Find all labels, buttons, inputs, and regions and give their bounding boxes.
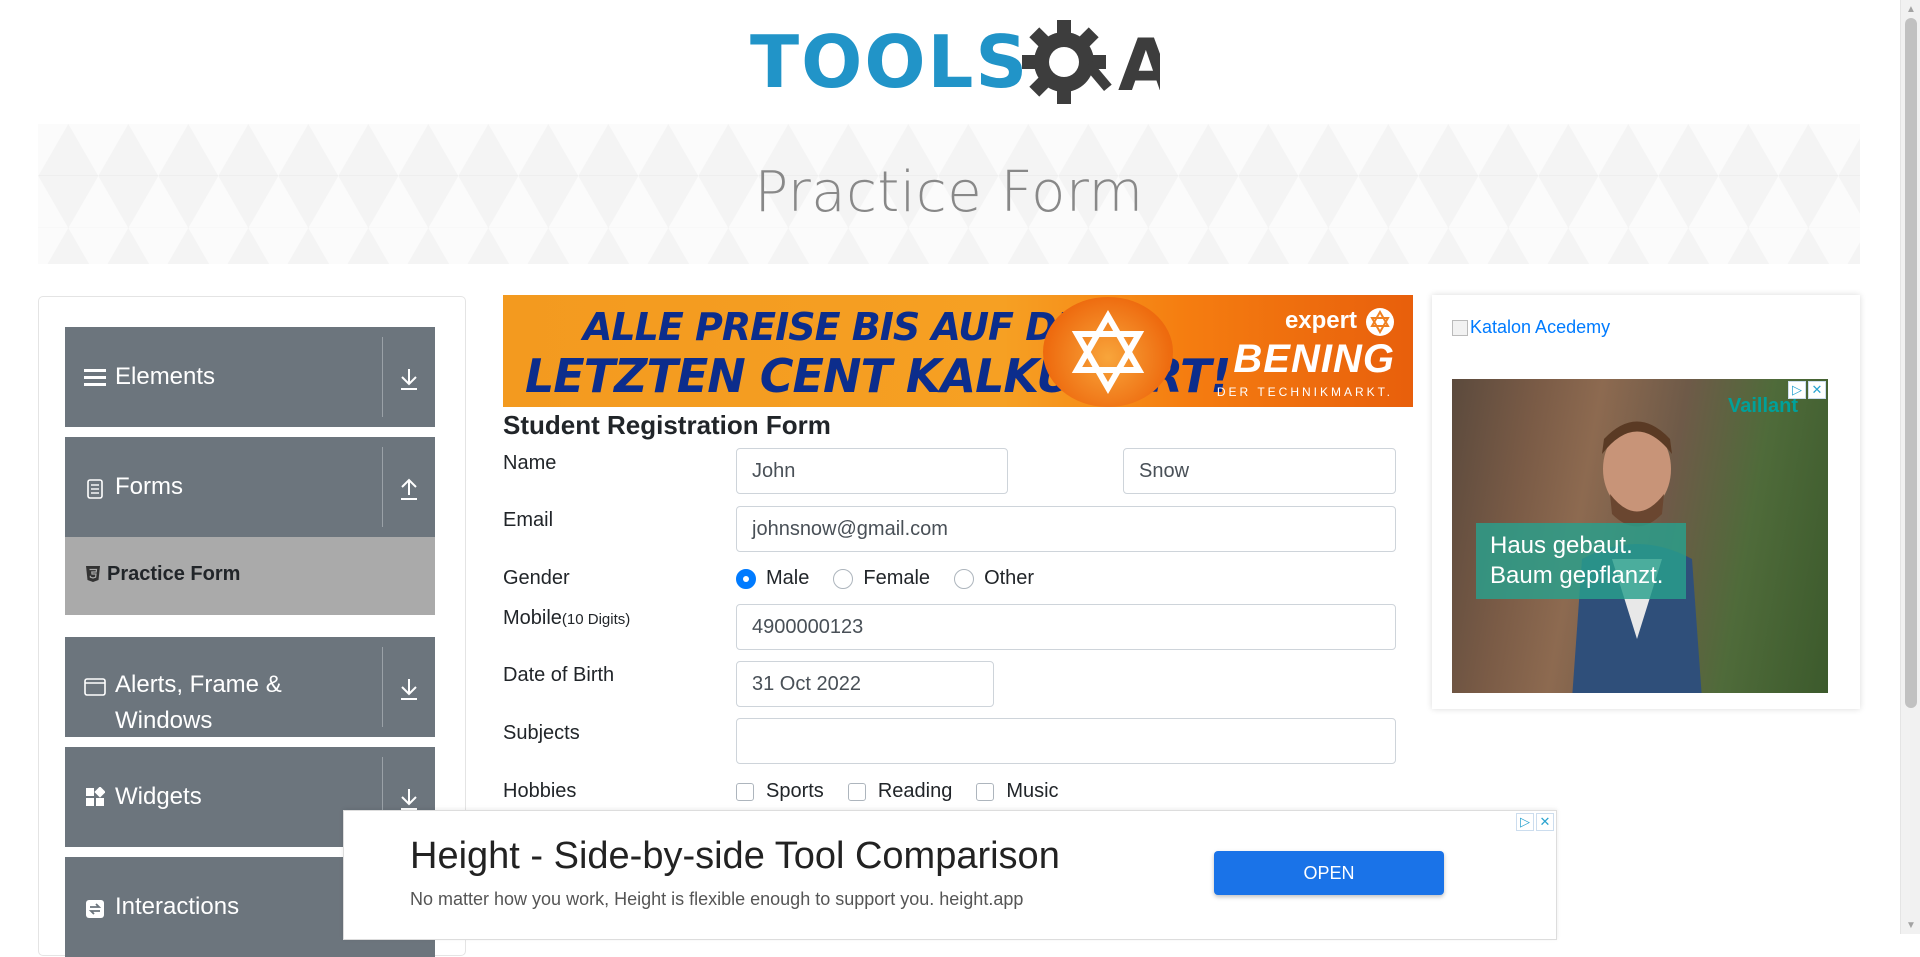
hobby-music-checkbox[interactable]	[976, 782, 995, 801]
hobby-reading-checkbox[interactable]	[847, 782, 866, 801]
divider	[382, 647, 383, 727]
gender-radio-group: Male Female Other	[736, 567, 1058, 590]
sidebar-group-label: Interactions	[115, 893, 240, 920]
subjects-label: Subjects	[503, 722, 580, 744]
ad-choices-icon[interactable]: ▷	[1516, 813, 1534, 831]
hobby-option-label[interactable]: Music	[1006, 780, 1058, 803]
ad-brand-tagline: DER TECHNIKMARKT.	[1216, 385, 1393, 399]
sidebar-group-label: Alerts, Frame &	[115, 671, 282, 698]
hobby-option-label[interactable]: Reading	[878, 780, 953, 803]
katalon-link-text: Katalon Acedemy	[1470, 317, 1611, 337]
hobbies-checkbox-group: Sports Reading Music	[736, 780, 1083, 803]
ad-controls: ▷ ✕	[1516, 813, 1554, 831]
toolsqa-logo[interactable]: TOOLS A	[750, 18, 1160, 114]
open-button[interactable]: OPEN	[1214, 851, 1444, 895]
sidebar-group-alerts[interactable]: Alerts, Frame & Windows	[65, 637, 435, 737]
top-advertisement[interactable]: ALLE PREISE BIS AUF DEN LETZTEN CENT KAL…	[503, 295, 1413, 407]
ad-headline-1: ALLE PREISE BIS AUF DEN	[583, 305, 1113, 349]
mobile-input[interactable]: 4900000123	[736, 604, 1396, 650]
gender-option-label[interactable]: Male	[766, 567, 809, 590]
star-icon	[1071, 309, 1145, 395]
katalon-link[interactable]: Katalon Acedemy	[1452, 317, 1610, 338]
ad-slogan-line2: Baum gepflanzt.	[1490, 562, 1664, 589]
ad-slogan-line1: Haus gebaut.	[1490, 532, 1633, 559]
form-title: Student Registration Form	[503, 410, 831, 440]
sidebar-item-practice-form[interactable]: Practice Form	[65, 537, 435, 615]
broken-image-icon	[1452, 319, 1468, 336]
mobile-hint: (10 Digits)	[561, 611, 631, 628]
date-of-birth-input[interactable]: 31 Oct 2022	[736, 661, 994, 707]
gender-label: Gender	[503, 567, 570, 589]
sidebar-group-forms[interactable]: Forms	[65, 437, 435, 537]
mobile-label: Mobile(10 Digits)	[503, 607, 630, 630]
email-label: Email	[503, 509, 554, 531]
hamburger-icon	[83, 365, 107, 389]
sidebar-item-label: Practice Form	[107, 563, 241, 585]
scroll-down-icon[interactable]: ▼	[1901, 916, 1920, 934]
ad-choices-icon[interactable]: ▷	[1788, 381, 1806, 399]
sidebar-group-label-line2: Windows	[115, 707, 213, 734]
subjects-input[interactable]	[736, 718, 1396, 764]
sidebar-group-label: Forms	[115, 473, 183, 500]
gender-male-radio[interactable]	[736, 568, 756, 589]
page-title: Practice Form	[754, 160, 1144, 225]
upload-arrow-icon[interactable]	[393, 473, 425, 505]
star-badge-icon	[1366, 308, 1394, 336]
gender-female-radio[interactable]	[833, 568, 854, 589]
hobby-sports-checkbox[interactable]	[736, 782, 754, 801]
scrollbar-thumb[interactable]	[1905, 18, 1917, 708]
download-arrow-icon[interactable]	[393, 363, 425, 395]
sidebar-group-label: Elements	[115, 363, 216, 390]
first-name-input[interactable]: John	[736, 448, 1008, 494]
ad-slogan: Haus gebaut. Baum gepflanzt.	[1476, 523, 1686, 599]
ad-star-logo	[1043, 297, 1173, 407]
logo-suffix: A	[1118, 23, 1160, 107]
hobby-option-label[interactable]: Sports	[766, 780, 824, 803]
bottom-advertisement[interactable]: Height - Side-by-side Tool Comparison No…	[343, 810, 1557, 940]
page-scrollbar[interactable]: ▲ ▼	[1900, 0, 1920, 934]
widgets-icon	[83, 785, 107, 809]
close-icon[interactable]: ✕	[1808, 381, 1826, 399]
mobile-label-text: Mobile	[503, 607, 562, 629]
bottom-ad-title: Height - Side-by-side Tool Comparison	[410, 835, 1060, 877]
divider	[382, 447, 383, 527]
scroll-up-icon[interactable]: ▲	[1901, 0, 1920, 18]
sidebar-group-label: Widgets	[115, 783, 202, 810]
right-advertisement-panel: Katalon Acedemy Vaillant Haus gebaut. Ba…	[1432, 295, 1860, 709]
document-icon	[83, 477, 107, 501]
interactions-icon	[83, 897, 107, 921]
email-input[interactable]: johnsnow@gmail.com	[736, 506, 1396, 552]
ad-controls: ▷ ✕	[1788, 381, 1826, 399]
logo-text: TOOLS	[750, 20, 1030, 104]
gender-option-label[interactable]: Other	[984, 567, 1034, 590]
close-icon[interactable]: ✕	[1536, 813, 1554, 831]
vaillant-advertisement[interactable]: Vaillant Haus gebaut. Baum gepflanzt. ▷ …	[1452, 379, 1828, 693]
name-label: Name	[503, 452, 557, 474]
bottom-ad-subtitle: No matter how you work, Height is flexib…	[410, 889, 1024, 909]
hobbies-label: Hobbies	[503, 780, 577, 802]
dob-label: Date of Birth	[503, 664, 615, 686]
page-banner: Practice Form	[38, 124, 1860, 264]
gender-other-radio[interactable]	[954, 568, 975, 589]
gear-icon: A	[1022, 20, 1160, 107]
html5-icon	[86, 566, 100, 582]
gender-option-label[interactable]: Female	[863, 567, 930, 590]
divider	[382, 337, 383, 417]
ad-brand-expert: expert	[1284, 307, 1357, 334]
window-icon	[83, 675, 107, 699]
download-arrow-icon[interactable]	[393, 673, 425, 705]
last-name-input[interactable]: Snow	[1123, 448, 1396, 494]
ad-brand-bening: BENING	[1233, 337, 1395, 381]
sidebar-group-elements[interactable]: Elements	[65, 327, 435, 427]
